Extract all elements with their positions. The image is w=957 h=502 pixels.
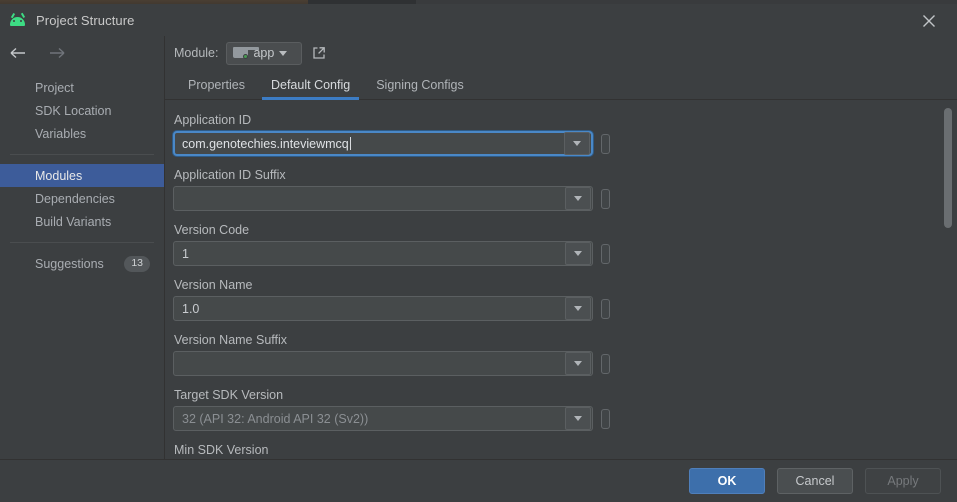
version-code-input[interactable]: 1: [173, 241, 593, 266]
sidebar-divider: [10, 242, 154, 243]
tab-properties[interactable]: Properties: [175, 70, 258, 99]
form-vertical-scrollbar[interactable]: [943, 104, 953, 455]
field-target-sdk-version: Target SDK Version 32 (API 32: Android A…: [173, 388, 957, 431]
tab-label: Properties: [188, 77, 245, 92]
tab-label: Signing Configs: [376, 77, 464, 92]
chevron-down-icon: [574, 306, 582, 311]
application-id-suffix-dropdown-button[interactable]: [565, 187, 591, 210]
application-id-suffix-input[interactable]: [173, 186, 593, 211]
sidebar-item-build-variants[interactable]: Build Variants: [0, 210, 164, 233]
title-bar: Project Structure: [0, 4, 957, 36]
chevron-down-icon: [279, 50, 288, 56]
sidebar-item-label: Build Variants: [35, 214, 112, 229]
sidebar-item-label: Suggestions: [35, 256, 104, 271]
chevron-down-icon: [574, 416, 582, 421]
version-name-value: 1.0: [182, 301, 200, 316]
arrow-left-icon[interactable]: [8, 43, 28, 63]
version-name-suffix-input[interactable]: [173, 351, 593, 376]
sidebar-item-variables[interactable]: Variables: [0, 122, 164, 145]
version-name-variable-button[interactable]: [601, 298, 610, 319]
field-application-id-suffix: Application ID Suffix: [173, 168, 957, 211]
sidebar: Project SDK Location Variables Modules D…: [0, 36, 165, 459]
suggestions-count-badge: 13: [124, 255, 150, 272]
target-sdk-version-number: 32: [182, 411, 196, 426]
sidebar-item-project[interactable]: Project: [0, 76, 164, 99]
external-link-icon[interactable]: [310, 44, 328, 62]
chevron-down-icon: [573, 141, 581, 146]
chevron-down-icon: [574, 251, 582, 256]
chevron-down-icon: [574, 361, 582, 366]
folder-icon: [233, 47, 260, 59]
field-version-name: Version Name 1.0: [173, 278, 957, 321]
target-sdk-version-description: (API 32: Android API 32 (Sv2)): [199, 411, 369, 426]
module-selector-dropdown[interactable]: app: [226, 41, 303, 65]
field-label: Min SDK Version: [174, 443, 269, 457]
chevron-down-icon: [574, 196, 582, 201]
content-panel: Module: app Properties Default Config Si…: [165, 36, 957, 459]
target-sdk-version-dropdown-button[interactable]: [565, 407, 591, 430]
apply-button[interactable]: Apply: [865, 468, 941, 494]
android-icon: [8, 11, 27, 30]
sidebar-item-label: Modules: [35, 168, 83, 183]
sidebar-item-dependencies[interactable]: Dependencies: [0, 187, 164, 210]
field-version-code: Version Code 1: [173, 223, 957, 266]
version-code-dropdown-button[interactable]: [565, 242, 591, 265]
cancel-button[interactable]: Cancel: [777, 468, 853, 494]
sidebar-item-label: Variables: [35, 126, 87, 141]
version-name-input[interactable]: 1.0: [173, 296, 593, 321]
target-sdk-version-input[interactable]: 32 (API 32: Android API 32 (Sv2)): [173, 406, 593, 431]
default-config-form: Application ID com.genotechies.inteviewm…: [165, 100, 957, 459]
field-label: Target SDK Version: [174, 388, 284, 402]
dialog-body: Project SDK Location Variables Modules D…: [0, 36, 957, 459]
field-label: Version Code: [174, 223, 250, 237]
sidebar-item-modules[interactable]: Modules: [0, 164, 164, 187]
version-code-value: 1: [182, 246, 189, 261]
scrollbar-thumb[interactable]: [944, 108, 952, 228]
arrow-right-icon[interactable]: [46, 43, 66, 63]
field-application-id: Application ID com.genotechies.inteviewm…: [173, 113, 957, 156]
sidebar-item-label: SDK Location: [35, 103, 112, 118]
application-id-variable-button[interactable]: [601, 133, 610, 154]
form-scroll-area: Application ID com.genotechies.inteviewm…: [165, 100, 957, 459]
window-title: Project Structure: [36, 12, 135, 28]
tab-bar: Properties Default Config Signing Config…: [165, 70, 957, 100]
tab-default-config[interactable]: Default Config: [258, 70, 363, 100]
sidebar-item-sdk-location[interactable]: SDK Location: [0, 99, 164, 122]
field-label: Version Name: [174, 278, 253, 292]
sidebar-item-label: Dependencies: [35, 191, 115, 206]
sidebar-divider: [10, 154, 154, 155]
application-id-dropdown-button[interactable]: [564, 132, 590, 155]
sidebar-nav-list: Project SDK Location Variables Modules D…: [0, 76, 164, 275]
tab-signing-configs[interactable]: Signing Configs: [363, 70, 477, 99]
dialog-footer: OK Cancel Apply: [0, 459, 957, 502]
target-sdk-version-value: 32 (API 32: Android API 32 (Sv2)): [174, 412, 565, 426]
nav-arrows: [0, 40, 164, 66]
version-name-suffix-dropdown-button[interactable]: [565, 352, 591, 375]
sidebar-item-label: Project: [35, 80, 74, 95]
sidebar-item-suggestions[interactable]: Suggestions 13: [0, 252, 164, 275]
field-label: Application ID: [174, 113, 252, 127]
target-sdk-version-variable-button[interactable]: [601, 408, 610, 429]
close-icon[interactable]: [915, 12, 943, 30]
field-version-name-suffix: Version Name Suffix: [173, 333, 957, 376]
application-id-text: com.genotechies.inteviewmcq: [182, 136, 349, 151]
tab-label: Default Config: [270, 77, 351, 92]
project-structure-dialog: Project Structure Project SDK Location V…: [0, 4, 957, 502]
application-id-suffix-variable-button[interactable]: [601, 188, 610, 209]
module-label: Module:: [174, 46, 219, 60]
module-bar: Module: app: [165, 36, 957, 70]
application-id-input[interactable]: com.genotechies.inteviewmcq: [173, 131, 593, 156]
version-code-variable-button[interactable]: [601, 243, 610, 264]
ok-button[interactable]: OK: [689, 468, 765, 494]
application-id-value: com.genotechies.inteviewmcq: [175, 136, 564, 151]
version-name-suffix-variable-button[interactable]: [601, 353, 610, 374]
field-label: Application ID Suffix: [174, 168, 286, 182]
field-min-sdk-version: Min SDK Version: [173, 443, 957, 459]
version-name-dropdown-button[interactable]: [565, 297, 591, 320]
text-cursor: [349, 136, 351, 150]
field-label: Version Name Suffix: [174, 333, 288, 347]
